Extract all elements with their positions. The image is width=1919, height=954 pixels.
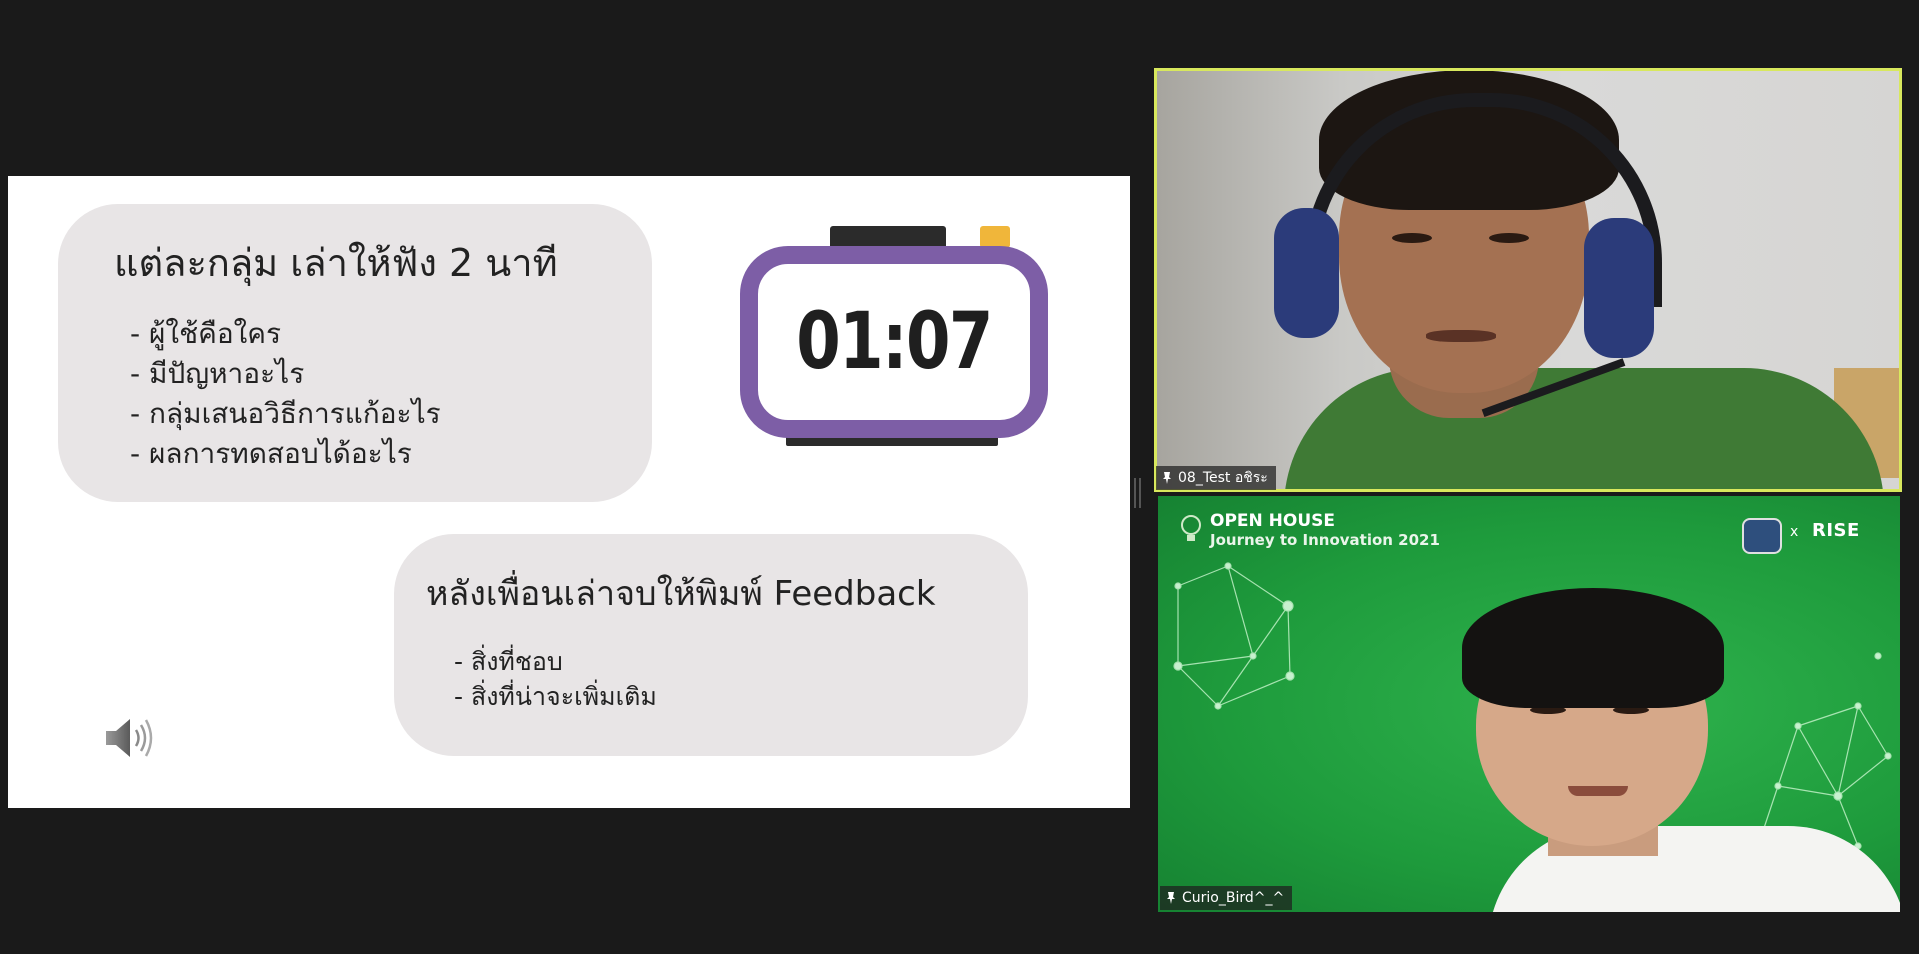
shared-screen-slide[interactable]: แต่ละกลุ่ม เล่าให้ฟัง 2 นาที - ผู้ใช้คือ… bbox=[8, 176, 1130, 808]
timer-button bbox=[980, 226, 1010, 248]
participant-shirt bbox=[1284, 368, 1884, 492]
list-item: - สิ่งที่ชอบ bbox=[454, 647, 563, 676]
banner-title: OPEN HOUSE bbox=[1210, 511, 1336, 531]
headset-earcup bbox=[1584, 218, 1654, 358]
timer-face: 01:07 bbox=[740, 246, 1048, 438]
pin-icon bbox=[1167, 892, 1175, 904]
video-tile-participant[interactable]: OPEN HOUSE Journey to Innovation 2021 x … bbox=[1158, 496, 1900, 912]
participant-mouth bbox=[1568, 786, 1628, 796]
instructions-card: แต่ละกลุ่ม เล่าให้ฟัง 2 นาที - ผู้ใช้คือ… bbox=[58, 204, 652, 502]
list-item: - สิ่งที่น่าจะเพิ่มเติม bbox=[454, 682, 657, 711]
list-item: - กลุ่มเสนอวิธีการแก้อะไร bbox=[130, 397, 441, 430]
feedback-card: หลังเพื่อนเล่าจบให้พิมพ์ Feedback - สิ่ง… bbox=[394, 534, 1028, 756]
list-item: - ผู้ใช้คือใคร bbox=[130, 317, 282, 350]
participant-mouth bbox=[1426, 330, 1496, 342]
feedback-list: - สิ่งที่ชอบ - สิ่งที่น่าจะเพิ่มเติม bbox=[454, 644, 657, 714]
speaker-icon[interactable] bbox=[104, 714, 156, 762]
list-item: - ผลการทดสอบได้อะไร bbox=[130, 437, 412, 470]
participant-name: Curio_Bird^_^ bbox=[1182, 890, 1285, 906]
list-item: - มีปัญหาอะไร bbox=[130, 357, 305, 390]
lightbulb-icon bbox=[1181, 515, 1201, 541]
participant-name: 08_Test อชิระ bbox=[1178, 470, 1268, 486]
countdown-timer: 01:07 bbox=[732, 226, 1050, 452]
instructions-list: - ผู้ใช้คือใคร - มีปัญหาอะไร - กลุ่มเสนอ… bbox=[130, 314, 441, 474]
banner-subtitle: Journey to Innovation 2021 bbox=[1210, 531, 1440, 549]
partner-logo bbox=[1742, 518, 1782, 554]
feedback-title: หลังเพื่อนเล่าจบให้พิมพ์ Feedback bbox=[426, 574, 936, 614]
headset-earcup bbox=[1274, 208, 1339, 338]
participant-name-tag: Curio_Bird^_^ bbox=[1160, 886, 1293, 910]
timer-value: 01:07 bbox=[796, 297, 993, 387]
instructions-title: แต่ละกลุ่ม เล่าให้ฟัง 2 นาที bbox=[114, 241, 558, 285]
pin-icon bbox=[1163, 472, 1171, 484]
partner-separator: x bbox=[1790, 524, 1799, 540]
panel-resize-handle[interactable] bbox=[1134, 478, 1142, 508]
participant-name-tag: 08_Test อชิระ bbox=[1156, 466, 1276, 490]
participant-hair bbox=[1462, 588, 1724, 708]
rise-logo: RISE bbox=[1812, 520, 1860, 541]
video-tile-active-speaker[interactable]: 08_Test อชิระ bbox=[1154, 68, 1902, 492]
meeting-window: แต่ละกลุ่ม เล่าให้ฟัง 2 นาที - ผู้ใช้คือ… bbox=[0, 0, 1919, 954]
